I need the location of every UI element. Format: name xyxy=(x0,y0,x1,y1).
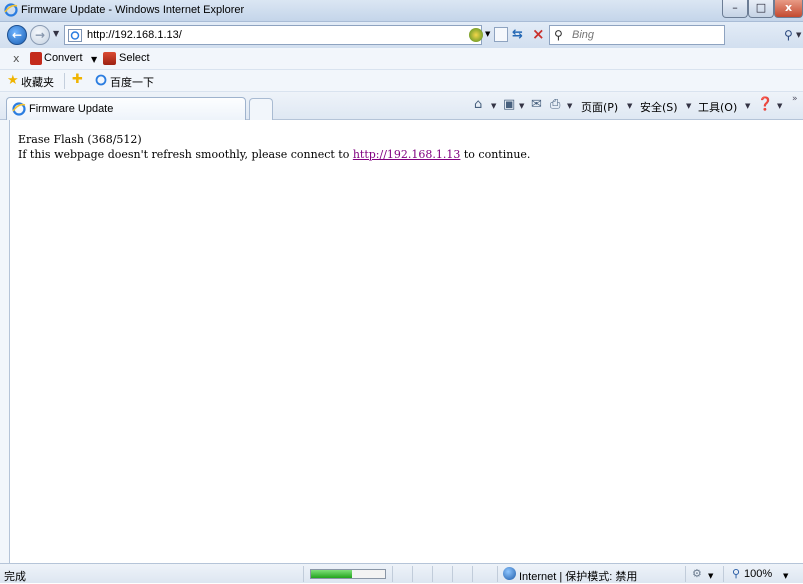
address-bar[interactable]: http://192.168.1.13/ xyxy=(64,25,483,45)
content-frame-border xyxy=(0,120,10,563)
divider xyxy=(64,73,65,89)
pdf-toolbar: x Convert ▼ Select xyxy=(0,48,803,70)
page-menu[interactable]: 页面(P) xyxy=(581,99,618,115)
notice-text-after: to continue. xyxy=(460,148,531,161)
star-icon: ★ xyxy=(7,73,19,88)
back-arrow-icon: ← xyxy=(11,28,23,42)
back-button[interactable]: ← xyxy=(7,25,27,45)
zoom-dropdown[interactable]: ▼ xyxy=(783,572,788,580)
tools-menu-dropdown[interactable]: ▼ xyxy=(745,102,750,110)
divider xyxy=(472,566,473,582)
select-icon xyxy=(103,52,116,65)
more-commands-icon[interactable]: » xyxy=(792,94,798,104)
mail-icon[interactable]: ✉ xyxy=(531,97,542,112)
search-input[interactable] xyxy=(572,29,712,41)
tab-label: Firmware Update xyxy=(29,103,114,115)
status-bar: 完成 Internet | 保护模式: 禁用 ⚙ ▼ ⚲ 100% ▼ xyxy=(0,563,803,583)
address-url[interactable]: http://192.168.1.13/ xyxy=(87,29,182,41)
minimize-button[interactable]: – xyxy=(722,0,748,18)
tab-bar: Firmware Update ⌂ ▼ ▣ ▼ ✉ ⎙ ▼ 页面(P) ▼ 安全… xyxy=(0,92,803,121)
convert-dropdown[interactable]: ▼ xyxy=(91,55,97,64)
add-on-dropdown[interactable]: ▼ xyxy=(708,572,713,580)
help-icon[interactable]: ❓ xyxy=(757,97,773,112)
globe-zone-icon xyxy=(503,567,516,580)
divider xyxy=(412,566,413,582)
compat-view-icon[interactable] xyxy=(469,28,483,42)
close-button[interactable]: x xyxy=(774,0,803,18)
divider xyxy=(452,566,453,582)
safety-menu-dropdown[interactable]: ▼ xyxy=(686,102,691,110)
favorites-bar: ★ 收藏夹 ✚ 百度一下 xyxy=(0,70,803,92)
tools-menu[interactable]: 工具(O) xyxy=(698,99,737,115)
page-menu-dropdown[interactable]: ▼ xyxy=(627,102,632,110)
refresh-notice: If this webpage doesn't refresh smoothly… xyxy=(18,148,530,161)
divider xyxy=(497,566,498,582)
recent-pages-dropdown[interactable]: ▼ xyxy=(53,29,59,38)
toolbar-close-icon[interactable]: x xyxy=(13,52,20,65)
ie-page-icon xyxy=(95,74,107,86)
rss-icon[interactable]: ▣ xyxy=(503,97,515,112)
print-icon[interactable]: ⎙ xyxy=(550,97,560,112)
add-on-icon[interactable]: ⚙ xyxy=(692,567,702,580)
search-dropdown[interactable]: ▼ xyxy=(796,31,801,39)
tab-firmware-update[interactable]: Firmware Update xyxy=(6,97,246,121)
page-content xyxy=(10,120,803,563)
ie-icon xyxy=(4,3,18,17)
title-bar: Firmware Update - Windows Internet Explo… xyxy=(0,0,803,22)
stop-icon[interactable]: × xyxy=(532,25,545,43)
ie-page-icon xyxy=(68,29,82,42)
status-text: 完成 xyxy=(4,570,26,583)
erase-flash-status: Erase Flash (368/512) xyxy=(18,133,142,146)
safety-menu[interactable]: 安全(S) xyxy=(640,99,678,115)
forward-arrow-icon: → xyxy=(34,28,46,42)
progress-fill xyxy=(311,570,352,578)
new-tab-button[interactable] xyxy=(249,98,273,120)
favorite-item-baidu[interactable]: 百度一下 xyxy=(110,74,154,90)
address-dropdown[interactable]: ▼ xyxy=(485,30,490,38)
navigation-bar: ← → ▼ http://192.168.1.13/ ▼ ⇆ × ⚲ ⚲ ▼ xyxy=(0,22,803,48)
divider xyxy=(303,566,304,582)
progress-bar xyxy=(310,569,386,579)
home-dropdown[interactable]: ▼ xyxy=(491,102,496,110)
search-go-icon[interactable]: ⚲ xyxy=(784,28,793,42)
home-icon[interactable]: ⌂ xyxy=(474,97,482,112)
search-box[interactable]: ⚲ xyxy=(549,25,725,45)
device-link[interactable]: http://192.168.1.13 xyxy=(353,148,461,161)
refresh-icon[interactable]: ⇆ xyxy=(512,27,523,42)
zoom-level[interactable]: 100% xyxy=(744,568,772,580)
add-favorite-icon[interactable]: ✚ xyxy=(72,72,83,87)
forward-button[interactable]: → xyxy=(30,25,50,45)
print-dropdown[interactable]: ▼ xyxy=(567,102,572,110)
select-button[interactable]: Select xyxy=(119,52,150,64)
window-title: Firmware Update - Windows Internet Explo… xyxy=(21,4,245,16)
zoom-icon: ⚲ xyxy=(732,567,741,580)
divider xyxy=(685,566,686,582)
ie-icon xyxy=(12,102,26,116)
search-icon: ⚲ xyxy=(554,28,563,42)
divider xyxy=(723,566,724,582)
maximize-button[interactable]: □ xyxy=(748,0,774,18)
convert-button[interactable]: Convert xyxy=(44,52,83,64)
favorites-button[interactable]: 收藏夹 xyxy=(21,74,54,90)
divider xyxy=(432,566,433,582)
rss-dropdown[interactable]: ▼ xyxy=(519,102,524,110)
notice-text-before: If this webpage doesn't refresh smoothly… xyxy=(18,148,353,161)
divider xyxy=(392,566,393,582)
help-dropdown[interactable]: ▼ xyxy=(777,102,782,110)
security-zone[interactable]: Internet | 保护模式: 禁用 xyxy=(519,568,637,584)
convert-icon xyxy=(30,52,42,65)
compat-page-icon[interactable] xyxy=(494,27,508,42)
